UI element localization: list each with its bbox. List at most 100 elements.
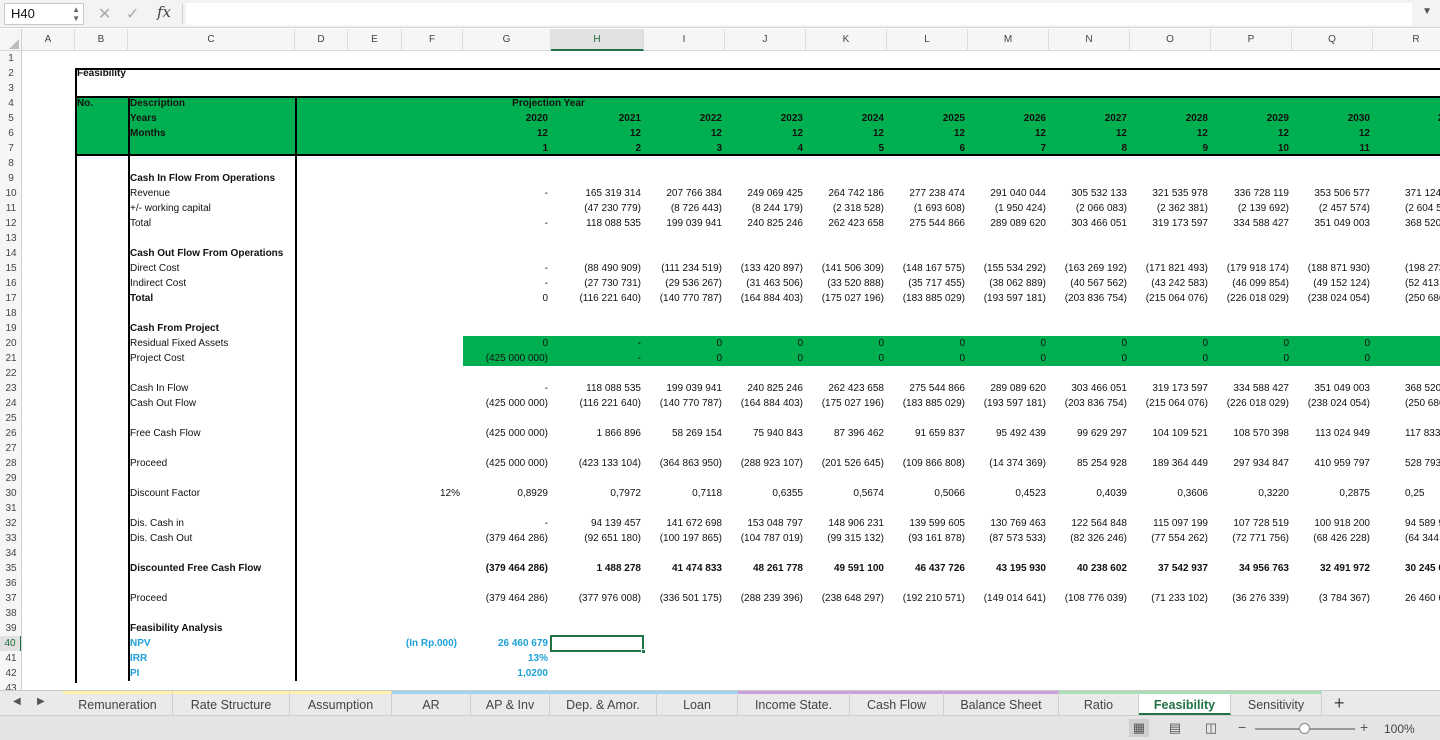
data-cell[interactable]: (116 221 640): [553, 396, 641, 411]
row-header-13[interactable]: 13: [0, 231, 21, 246]
expand-formula-bar-icon[interactable]: ▼: [1422, 6, 1432, 17]
column-header-e[interactable]: E: [348, 29, 402, 51]
tab-cash-flow[interactable]: Cash Flow: [850, 691, 944, 715]
row-label[interactable]: Cash Out Flow From Operations: [130, 246, 330, 261]
tab-dep-amor[interactable]: Dep. & Amor.: [550, 691, 657, 715]
data-cell[interactable]: (27 730 731): [553, 276, 641, 291]
row-label[interactable]: Cash Out Flow: [130, 396, 330, 411]
column-header-j[interactable]: J: [725, 29, 806, 51]
row-header-1[interactable]: 1: [0, 51, 21, 66]
data-cell[interactable]: 0,3220: [1213, 486, 1289, 501]
column-header-f[interactable]: F: [402, 29, 463, 51]
header-period-10[interactable]: 10: [1213, 141, 1289, 156]
data-cell[interactable]: (108 776 039): [1051, 591, 1127, 606]
header-no[interactable]: No.: [77, 96, 125, 111]
row-header-35[interactable]: 35: [0, 561, 21, 576]
cancel-icon[interactable]: ✕: [98, 4, 111, 24]
data-cell[interactable]: (2 362 381): [1132, 201, 1208, 216]
data-cell[interactable]: (8 244 179): [727, 201, 803, 216]
row-header-19[interactable]: 19: [0, 321, 21, 336]
data-cell[interactable]: (14 374 369): [970, 456, 1046, 471]
data-cell[interactable]: 34 956 763: [1213, 561, 1289, 576]
header-period-11[interactable]: 11: [1294, 141, 1370, 156]
select-all-corner[interactable]: [0, 29, 22, 51]
data-cell[interactable]: (99 315 132): [808, 531, 884, 546]
row-label[interactable]: IRR: [130, 651, 330, 666]
header-period-5[interactable]: 5: [808, 141, 884, 156]
data-cell[interactable]: (423 133 104): [553, 456, 641, 471]
data-cell[interactable]: 351 049 003: [1294, 216, 1370, 231]
data-cell[interactable]: 0: [465, 336, 548, 351]
data-cell[interactable]: 118 088 535: [553, 216, 641, 231]
data-cell[interactable]: 0: [727, 351, 803, 366]
data-cell[interactable]: 264 742 186: [808, 186, 884, 201]
data-cell[interactable]: (64 344 9: [1405, 531, 1440, 546]
row-header-26[interactable]: 26: [0, 426, 21, 441]
data-cell[interactable]: 0: [970, 351, 1046, 366]
fill-handle[interactable]: [641, 649, 646, 654]
data-cell[interactable]: (163 269 192): [1051, 261, 1127, 276]
row-header-28[interactable]: 28: [0, 456, 21, 471]
data-cell[interactable]: (379 464 286): [465, 591, 548, 606]
row-label[interactable]: Total: [130, 291, 330, 306]
column-header-a[interactable]: A: [22, 29, 75, 51]
data-cell[interactable]: -: [465, 186, 548, 201]
data-cell[interactable]: (133 420 897): [727, 261, 803, 276]
row-label[interactable]: Dis. Cash Out: [130, 531, 330, 546]
row-header-7[interactable]: 7: [0, 141, 21, 156]
data-cell[interactable]: (215 064 076): [1132, 396, 1208, 411]
row-header-34[interactable]: 34: [0, 546, 21, 561]
header-year-8[interactable]: 2027: [1051, 111, 1127, 126]
data-cell[interactable]: -: [553, 336, 641, 351]
row-header-38[interactable]: 38: [0, 606, 21, 621]
row-label[interactable]: Dis. Cash in: [130, 516, 330, 531]
data-cell[interactable]: (87 573 533): [970, 531, 1046, 546]
tab-ratio[interactable]: Ratio: [1059, 691, 1139, 715]
data-cell[interactable]: (425 000 000): [465, 396, 548, 411]
row-header-40[interactable]: 40: [0, 636, 21, 651]
data-cell[interactable]: (2 318 528): [808, 201, 884, 216]
data-cell[interactable]: 165 319 314: [553, 186, 641, 201]
data-cell[interactable]: 37 542 937: [1132, 561, 1208, 576]
header-period-2[interactable]: 2: [553, 141, 641, 156]
confirm-icon[interactable]: ✓: [126, 4, 139, 24]
data-cell[interactable]: 207 766 384: [646, 186, 722, 201]
header-month-5[interactable]: 12: [808, 126, 884, 141]
row-header-24[interactable]: 24: [0, 396, 21, 411]
page-break-view-icon[interactable]: ◫: [1201, 719, 1221, 737]
header-year-3[interactable]: 2022: [646, 111, 722, 126]
row-label[interactable]: Project Cost: [130, 351, 330, 366]
data-cell[interactable]: 368 520 3: [1405, 216, 1440, 231]
header-year-9[interactable]: 2028: [1132, 111, 1208, 126]
data-cell[interactable]: (425 000 000): [465, 456, 548, 471]
header-years[interactable]: Years: [130, 111, 292, 126]
data-cell[interactable]: 0,5674: [808, 486, 884, 501]
data-cell[interactable]: 0: [808, 336, 884, 351]
header-period-7[interactable]: 7: [970, 141, 1046, 156]
data-cell[interactable]: (183 885 029): [889, 291, 965, 306]
row-label[interactable]: Indirect Cost: [130, 276, 330, 291]
row-label[interactable]: Proceed: [130, 456, 330, 471]
row-header-21[interactable]: 21: [0, 351, 21, 366]
data-cell[interactable]: 297 934 847: [1213, 456, 1289, 471]
data-cell[interactable]: (8 726 443): [646, 201, 722, 216]
data-cell[interactable]: (29 536 267): [646, 276, 722, 291]
header-year-7[interactable]: 2026: [970, 111, 1046, 126]
column-header-m[interactable]: M: [968, 29, 1049, 51]
data-cell[interactable]: (36 276 339): [1213, 591, 1289, 606]
row-header-27[interactable]: 27: [0, 441, 21, 456]
row-header-16[interactable]: 16: [0, 276, 21, 291]
header-period-1[interactable]: 1: [465, 141, 548, 156]
data-cell[interactable]: 0,2875: [1294, 486, 1370, 501]
header-month-1[interactable]: 12: [465, 126, 548, 141]
tab-ap-inv[interactable]: AP & Inv: [471, 691, 550, 715]
header-year-6[interactable]: 2025: [889, 111, 965, 126]
data-cell[interactable]: 0,3606: [1132, 486, 1208, 501]
next-sheet-icon[interactable]: ▶: [37, 696, 45, 707]
header-period-8[interactable]: 8: [1051, 141, 1127, 156]
data-cell[interactable]: 94 139 457: [553, 516, 641, 531]
data-cell[interactable]: 189 364 449: [1132, 456, 1208, 471]
row-label[interactable]: Free Cash Flow: [130, 426, 330, 441]
row-header-8[interactable]: 8: [0, 156, 21, 171]
data-cell[interactable]: (2 604 5: [1405, 201, 1440, 216]
